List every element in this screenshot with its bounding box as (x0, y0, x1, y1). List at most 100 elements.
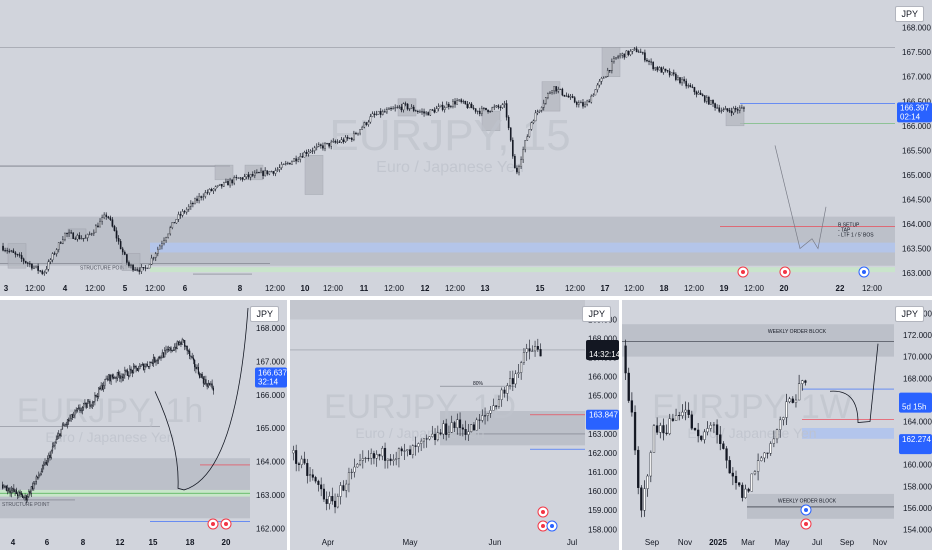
candle (174, 343, 176, 352)
candle (403, 443, 406, 461)
candle-body (299, 156, 302, 160)
candle (142, 267, 145, 271)
candle-body (331, 496, 334, 502)
candle-body (124, 370, 126, 376)
candle (39, 473, 41, 477)
candle-body (169, 227, 172, 235)
candle (142, 363, 145, 371)
candle (654, 66, 657, 71)
candle-body (356, 463, 359, 468)
candle-body (320, 144, 322, 146)
candle (104, 378, 106, 389)
candle-body (53, 445, 55, 447)
candle-body (640, 487, 643, 511)
candle-body (162, 352, 165, 358)
candle-body (106, 378, 108, 380)
candle-body (284, 163, 287, 165)
candle-body (45, 461, 47, 465)
candle (466, 101, 469, 109)
candle (239, 176, 242, 181)
chart-canvas-top[interactable]: STRUCTURE POINT EURJPY, 15Euro / Japanese… (0, 0, 932, 296)
candle (58, 430, 60, 440)
candle-body (26, 496, 29, 500)
candle (683, 76, 685, 84)
candle-body (49, 454, 51, 458)
candle-body (364, 457, 367, 459)
candle-body (590, 95, 593, 103)
candle (172, 346, 175, 351)
chart-canvas-bottom-right[interactable]: WEEKLY ORDER BLOCKWEEKLY ORDER BLOCKEURJ… (622, 300, 932, 550)
candle-body (351, 137, 353, 140)
candle (503, 100, 506, 108)
candle-body (301, 156, 304, 158)
candle (731, 467, 735, 486)
candle (264, 167, 266, 177)
candle-body (582, 102, 584, 107)
candle (30, 486, 32, 497)
candle (192, 354, 194, 365)
candle (596, 83, 599, 93)
candle (287, 161, 289, 165)
chart-canvas-bottom-left[interactable]: STRUCTURE POINT EURJPY, 1hEuro / Japanese… (0, 300, 287, 550)
candle-body (600, 78, 603, 82)
y-tick-label: 162.000 (588, 449, 617, 458)
candle-body (148, 264, 151, 269)
candle (53, 442, 55, 448)
candle-body (54, 442, 56, 446)
candle-body (445, 423, 448, 435)
candle-body (206, 192, 209, 194)
candle (291, 160, 293, 165)
candle (580, 100, 582, 104)
chart-panel-top[interactable]: STRUCTURE POINT EURJPY, 15 Euro / Japanese… (0, 0, 932, 296)
candle-body (270, 171, 273, 173)
candle-body (39, 473, 41, 477)
candle (629, 49, 632, 57)
candle-body (229, 179, 231, 186)
chart-panel-bottom-left[interactable]: STRUCTURE POINT EURJPY, 1h Euro / Japanese… (0, 300, 287, 550)
candle-body (81, 407, 84, 411)
candle-body (84, 237, 87, 239)
candle (297, 461, 300, 472)
candle-body (392, 108, 394, 110)
candle (59, 433, 61, 439)
candle-body (161, 352, 163, 359)
chart-panel-bottom-right[interactable]: WEEKLY ORDER BLOCK WEEKLY ORDER BLOCK EURJ… (622, 300, 932, 550)
chart-panel-bottom-middle[interactable]: 80%EURJPY, 1DEuro / Japanese Yen169.0001… (290, 300, 619, 550)
candle-body (95, 225, 97, 233)
candle-body (90, 405, 92, 407)
candle-body (121, 376, 123, 378)
currency-label[interactable]: JPY (250, 306, 279, 322)
candle (136, 367, 138, 371)
candle-body (220, 183, 223, 187)
candle-body (274, 170, 277, 174)
candle-body (175, 346, 177, 349)
candle-body (555, 86, 557, 92)
currency-label[interactable]: JPY (895, 306, 924, 322)
x-axis: Apr May Jun Jul (322, 538, 578, 547)
candle-body (439, 432, 442, 435)
candle (214, 185, 217, 192)
candle-body (520, 362, 523, 373)
candle-body (412, 106, 415, 111)
candle (411, 444, 414, 459)
candle (590, 94, 593, 104)
candle-body (62, 239, 64, 244)
currency-label[interactable]: JPY (895, 6, 924, 22)
candle-body (212, 188, 215, 192)
candle-body (706, 428, 709, 433)
candle (144, 265, 147, 272)
candle (522, 348, 525, 366)
candle-body (506, 385, 509, 394)
candle (15, 487, 17, 495)
candle-body (136, 269, 139, 271)
candle (573, 96, 576, 104)
candle (630, 392, 634, 417)
candle-body (256, 172, 258, 174)
currency-label[interactable]: JPY (582, 306, 611, 322)
chart-canvas-bottom-middle[interactable]: 80%EURJPY, 1DEuro / Japanese Yen169.0001… (290, 300, 619, 550)
price-badge-countdown: 32:14 (258, 378, 279, 387)
candle-body (154, 357, 156, 363)
candle (720, 107, 723, 114)
candle (150, 361, 152, 364)
candle (306, 458, 309, 484)
